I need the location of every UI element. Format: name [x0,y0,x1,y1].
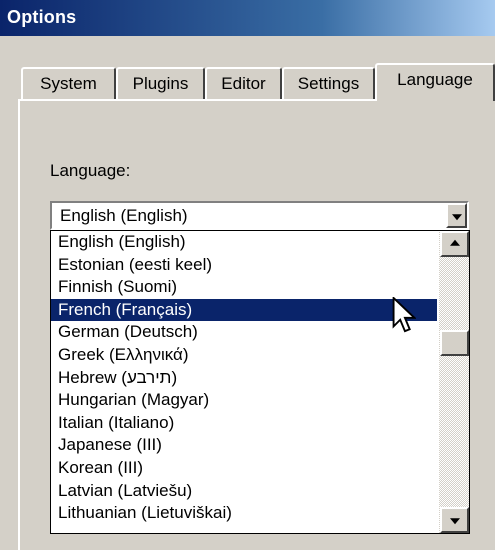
language-option[interactable]: Latvian (Latviešu) [51,480,437,503]
arrow-up-icon [449,239,460,246]
chevron-down-icon [451,213,462,220]
tab-settings[interactable]: Settings [282,67,375,100]
mouse-pointer-icon [392,297,416,333]
combobox-dropdown-button[interactable] [446,203,467,228]
language-options: English (English) Estonian (eesti keel) Fi… [51,231,437,525]
language-option[interactable]: Lithuanian (Lietuviškai) [51,502,437,525]
language-option[interactable]: English (English) [51,231,437,254]
scroll-thumb[interactable] [440,330,469,356]
language-combobox[interactable]: English (English) [50,201,469,230]
scroll-up-button[interactable] [440,231,469,257]
arrow-down-icon [449,518,460,525]
language-option[interactable]: Greek (Ελληνικά) [51,344,437,367]
language-option[interactable]: Estonian (eesti keel) [51,254,437,277]
language-dropdown-list[interactable]: English (English) Estonian (eesti keel) Fi… [50,230,470,534]
language-option[interactable]: French (Français) [51,298,437,322]
language-label: Language: [50,161,131,180]
language-option[interactable]: German (Deutsch) [51,321,437,344]
dropdown-scrollbar[interactable] [439,231,469,533]
language-option[interactable]: Japanese (III) [51,434,437,457]
tab-language[interactable]: Language [375,63,495,101]
tab-editor[interactable]: Editor [205,67,282,100]
language-option[interactable]: Korean (III) [51,457,437,480]
language-option[interactable]: Finnish (Suomi) [51,276,437,299]
tab-plugins[interactable]: Plugins [116,67,205,100]
language-option[interactable]: Hebrew (תירבע) [51,367,437,390]
language-option[interactable]: Hungarian (Magyar) [51,389,437,412]
options-window: Options System Plugins Editor Settings L… [0,0,495,550]
language-combobox-value: English (English) [60,206,188,225]
language-option[interactable]: Italian (Italiano) [51,412,437,435]
scroll-down-button[interactable] [440,507,469,533]
tab-system[interactable]: System [21,67,116,100]
